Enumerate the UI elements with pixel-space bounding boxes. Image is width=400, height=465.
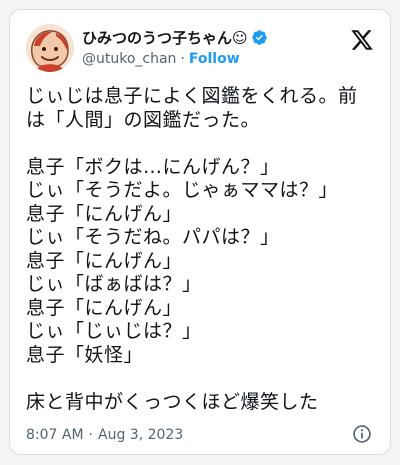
display-name[interactable]: ひみつのうつ子ちゃん☺ xyxy=(82,27,248,48)
avatar-illustration xyxy=(26,24,74,72)
tweet-line: じぃじは息子によく図鑑をくれる。前 xyxy=(26,85,358,107)
meta-separator: · xyxy=(88,427,93,443)
display-name-row: ひみつのうつ子ちゃん☺ xyxy=(82,26,334,48)
tweet-line: は「人間」の図鑑だった。 xyxy=(26,108,261,131)
info-icon[interactable] xyxy=(352,424,372,444)
tweet-line: 息子「ボクは…にんげん？」 xyxy=(26,155,280,178)
tweet-time[interactable]: 8:07 AM xyxy=(26,427,84,443)
tweet-line: 息子「にんげん」 xyxy=(26,296,183,319)
tweet-line: 息子「妖怪」 xyxy=(26,343,144,366)
author-handle[interactable]: @utuko_chan xyxy=(82,51,176,67)
tweet-text: じぃじは息子によく図鑑をくれる。前 は「人間」の図鑑だった。 息子「ボクは…にん… xyxy=(26,85,376,414)
tweet-line: じぃ「そうだね。パパは？」 xyxy=(26,226,280,248)
x-logo-icon[interactable] xyxy=(350,28,374,52)
tweet-line: じぃ「ばぁばは？」 xyxy=(26,273,202,295)
separator-dot: · xyxy=(180,51,185,67)
tweet-line: じぃ「じぃじは？」 xyxy=(26,320,202,342)
follow-button[interactable]: Follow xyxy=(189,51,240,67)
verified-badge-icon xyxy=(251,29,267,45)
tweet-line: 息子「にんげん」 xyxy=(26,202,183,225)
tweet-line: 床と背中がくっつくほど爆笑した xyxy=(26,390,319,413)
tweet-header: ひみつのうつ子ちゃん☺ @utuko_chan · Follow xyxy=(26,24,374,72)
tweet-card[interactable]: ひみつのうつ子ちゃん☺ @utuko_chan · Follow じぃじは息子に… xyxy=(9,9,391,455)
tweet-date[interactable]: Aug 3, 2023 xyxy=(98,427,183,443)
avatar[interactable] xyxy=(26,24,74,72)
tweet-meta: 8:07 AM · Aug 3, 2023 xyxy=(26,427,183,443)
handle-row: @utuko_chan · Follow xyxy=(82,49,334,69)
tweet-line: 息子「にんげん」 xyxy=(26,249,183,272)
author-info: ひみつのうつ子ちゃん☺ @utuko_chan · Follow xyxy=(82,26,334,69)
tweet-line: じぃ「そうだよ。じゃぁママは？」 xyxy=(26,179,339,201)
